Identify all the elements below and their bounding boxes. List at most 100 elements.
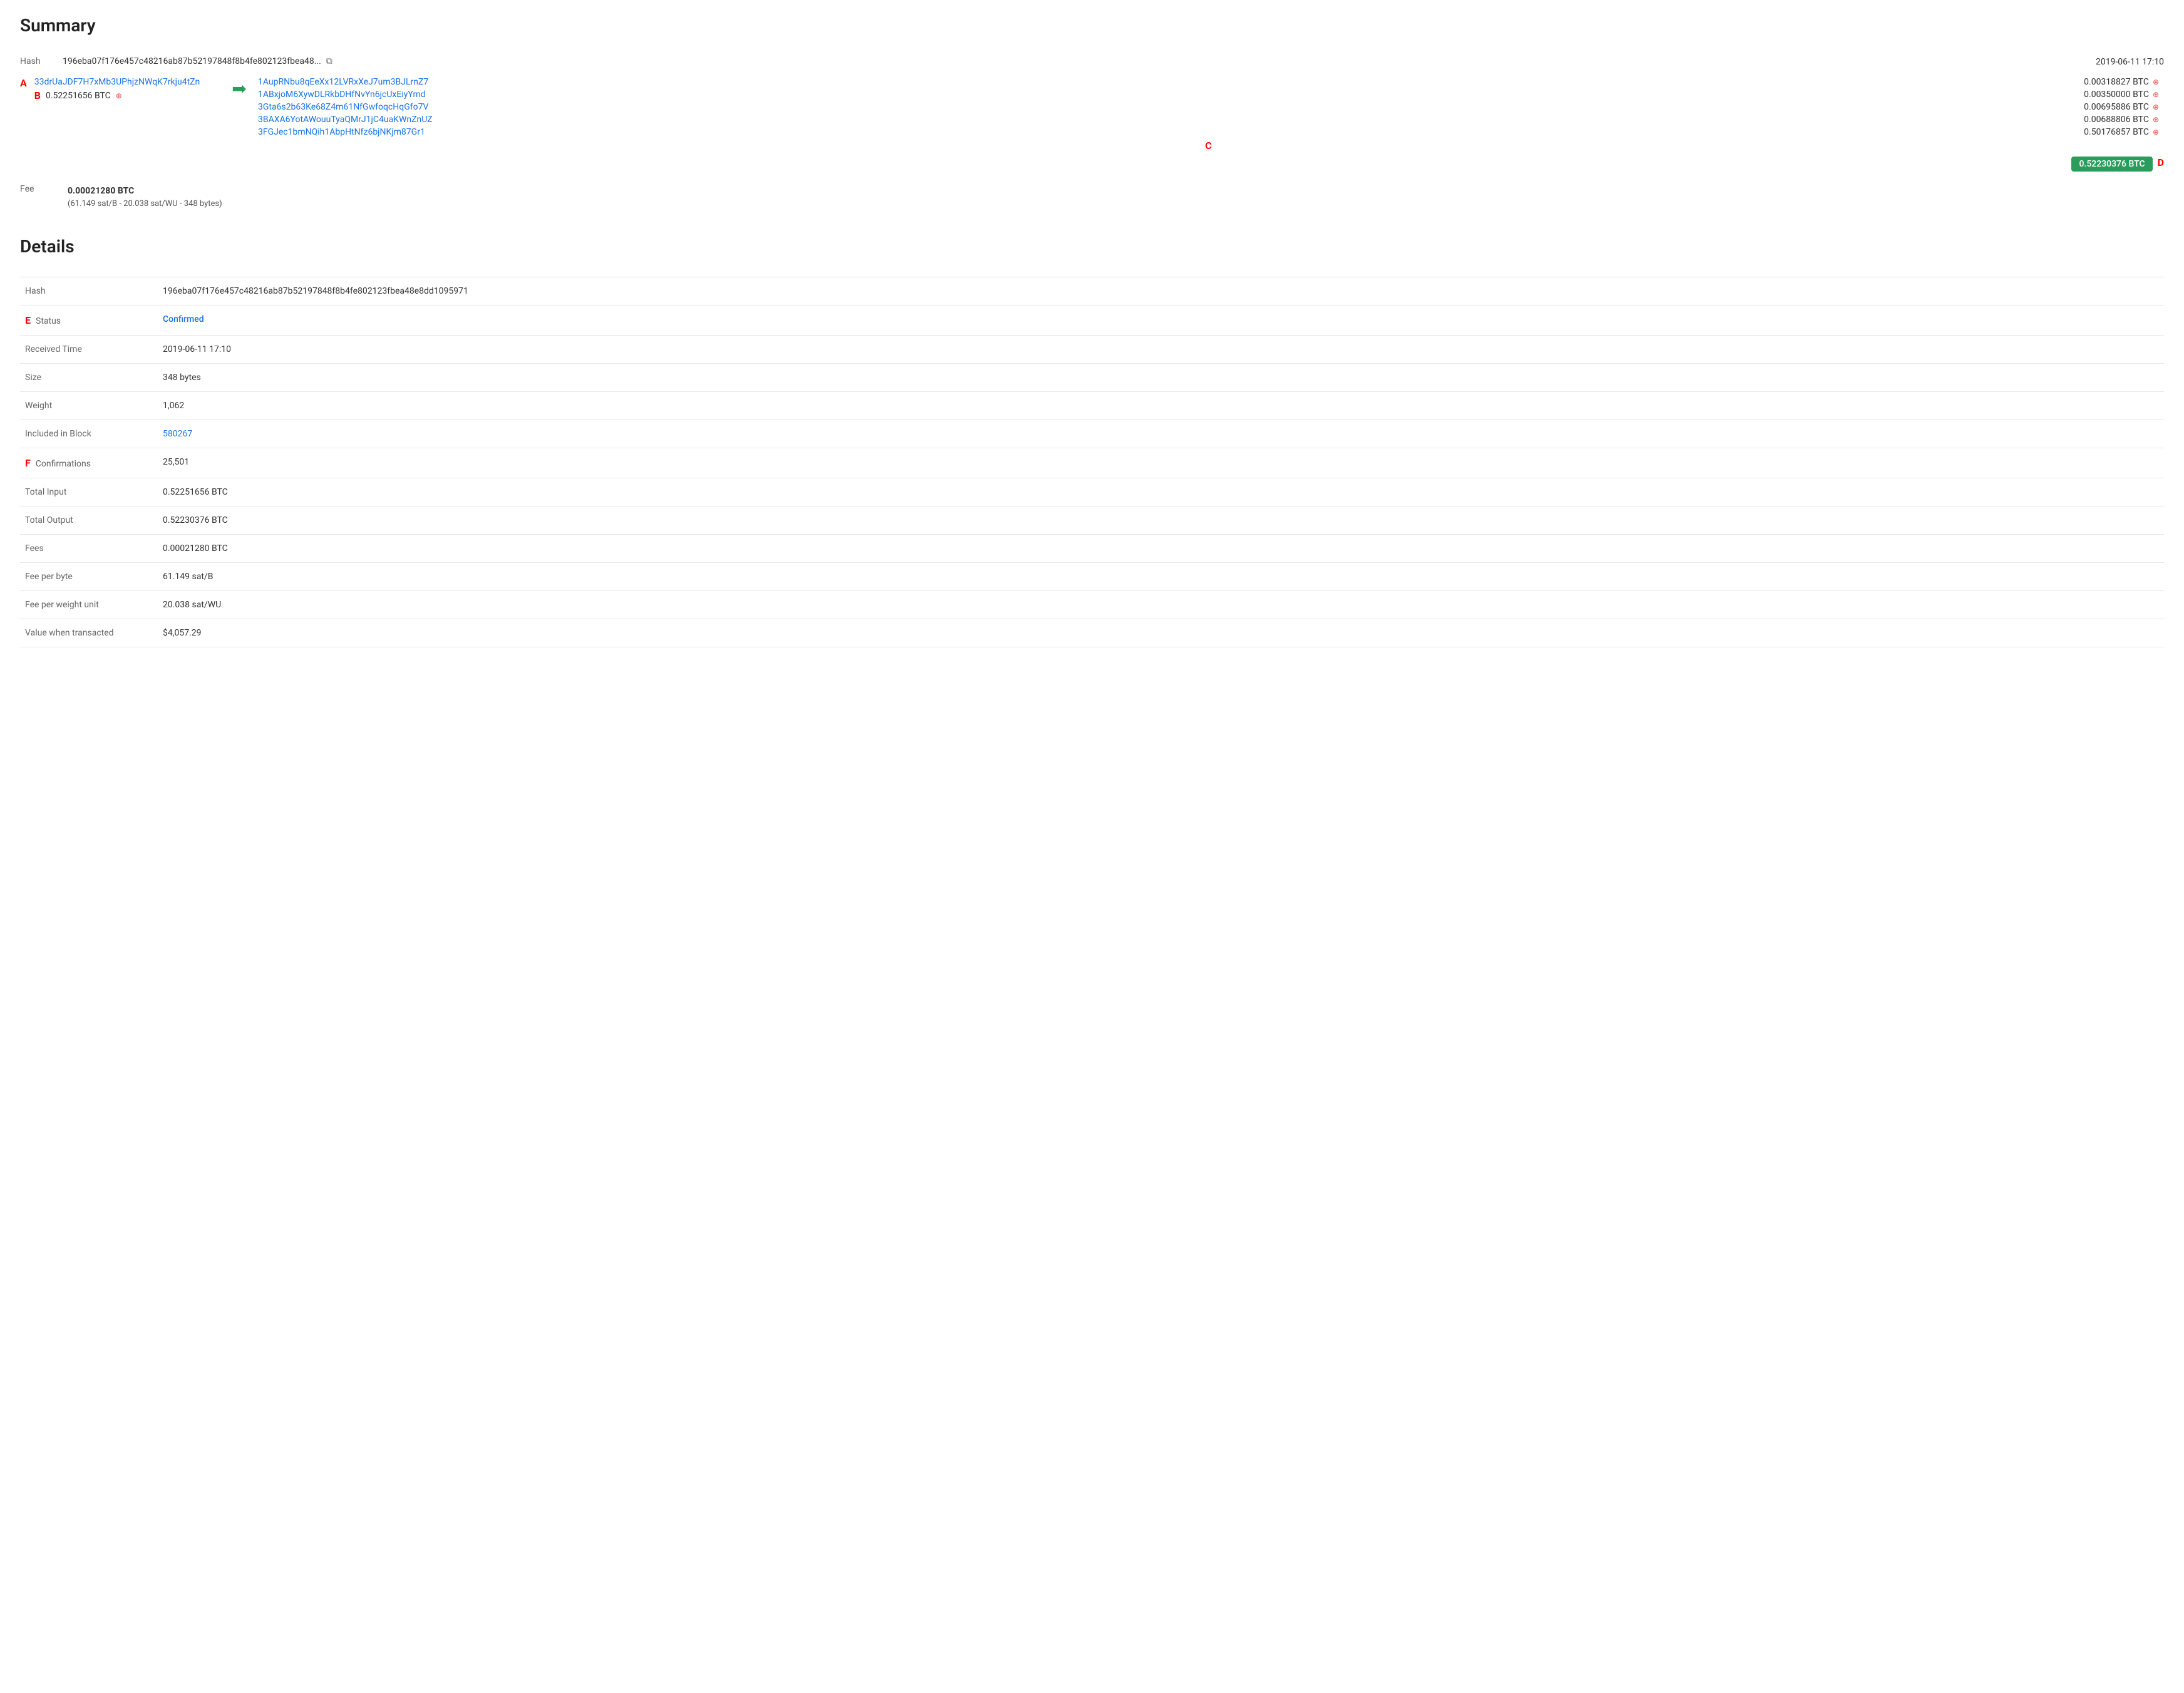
tx-inputs-section: A 33drUaJDF7H7xMb3UPhjzNWqK7rkju4tZn B 0…	[20, 77, 220, 101]
detail-value: 1,062	[163, 401, 184, 411]
annotation-f: F	[25, 457, 31, 469]
summary-title: Summary	[20, 15, 2164, 41]
hash-value-short: 196eba07f176e457c48216ab87b52197848f8b4f…	[63, 56, 321, 66]
output-globe-icon: ⊕	[2153, 90, 2159, 99]
tx-output-item: 3Gta6s2b63Ke68Z4m61NfGwfoqcHqGfo7V 0.006…	[258, 102, 2159, 112]
table-row: Total Output 0.52230376 BTC	[20, 507, 2164, 535]
detail-value: 196eba07f176e457c48216ab87b52197848f8b4f…	[163, 286, 468, 296]
fee-details-text: (61.149 sat/B - 20.038 sat/WU - 348 byte…	[68, 198, 222, 211]
output-address-link[interactable]: 1AupRNbu8qEeXx12LVRxXeJ7um3BJLrnZ7	[258, 77, 428, 87]
details-table: Hash 196eba07f176e457c48216ab87b52197848…	[20, 277, 2164, 647]
detail-value-cell: 0.52230376 BTC	[158, 507, 2164, 535]
table-row: Hash 196eba07f176e457c48216ab87b52197848…	[20, 277, 2164, 306]
output-amount-area: 0.00695886 BTC ⊕	[2084, 102, 2159, 112]
arrow-container: ➡	[220, 77, 258, 99]
output-amount: 0.00688806 BTC	[2084, 115, 2149, 125]
output-amount-area: 0.00350000 BTC ⊕	[2084, 90, 2159, 100]
output-address-link[interactable]: 3Gta6s2b63Ke68Z4m61NfGwfoqcHqGfo7V	[258, 102, 428, 112]
annotation-a: A	[20, 77, 27, 89]
table-row: Value when transacted $4,057.29	[20, 619, 2164, 647]
detail-value-cell: Confirmed	[158, 306, 2164, 336]
tx-total-badge: 0.52230376 BTC	[2071, 157, 2152, 172]
detail-value: 61.149 sat/B	[163, 572, 213, 582]
detail-label: Value when transacted	[20, 619, 158, 647]
annotation-e: E	[25, 314, 31, 326]
summary-hash-row: Hash 196eba07f176e457c48216ab87b52197848…	[20, 56, 2164, 67]
detail-value-cell: $4,057.29	[158, 619, 2164, 647]
detail-value: 0.52251656 BTC	[163, 487, 228, 497]
detail-label: Included in Block	[20, 420, 158, 448]
table-row: Fee per byte 61.149 sat/B	[20, 563, 2164, 591]
table-row: Fee per weight unit 20.038 sat/WU	[20, 591, 2164, 619]
detail-value: 25,501	[163, 457, 189, 467]
output-globe-icon: ⊕	[2153, 115, 2159, 124]
detail-value-cell: 0.52251656 BTC	[158, 478, 2164, 507]
block-link[interactable]: 580267	[163, 429, 192, 439]
output-amount: 0.50176857 BTC	[2084, 127, 2149, 137]
input-items: 33drUaJDF7H7xMb3UPhjzNWqK7rkju4tZn B 0.5…	[34, 77, 205, 101]
detail-value-cell: 580267	[158, 420, 2164, 448]
detail-value-cell: 196eba07f176e457c48216ab87b52197848f8b4f…	[158, 277, 2164, 306]
transaction-flow: A 33drUaJDF7H7xMb3UPhjzNWqK7rkju4tZn B 0…	[20, 77, 2164, 172]
detail-label: Total Input	[20, 478, 158, 507]
annotation-b: B	[34, 90, 41, 101]
input-globe-icon: ⊕	[116, 91, 122, 100]
fee-row: Fee 0.00021280 BTC (61.149 sat/B - 20.03…	[20, 184, 2164, 211]
detail-label: FConfirmations	[20, 448, 158, 478]
table-row: Total Input 0.52251656 BTC	[20, 478, 2164, 507]
table-row: Received Time 2019-06-11 17:10	[20, 336, 2164, 364]
detail-label: Total Output	[20, 507, 158, 535]
detail-value-cell: 1,062	[158, 392, 2164, 420]
output-amount: 0.00318827 BTC	[2084, 77, 2149, 87]
tx-output-item: 3FGJec1bmNQih1AbpHtNfz6bjNKjm87Gr1 0.501…	[258, 127, 2159, 137]
detail-label: Hash	[20, 277, 158, 306]
input-address-link[interactable]: 33drUaJDF7H7xMb3UPhjzNWqK7rkju4tZn	[34, 77, 200, 87]
tx-outputs-section: 1AupRNbu8qEeXx12LVRxXeJ7um3BJLrnZ7 0.003…	[258, 77, 2164, 172]
detail-value: 348 bytes	[163, 373, 201, 383]
detail-value-cell: 348 bytes	[158, 364, 2164, 392]
table-row: Size 348 bytes	[20, 364, 2164, 392]
detail-label: Fee per weight unit	[20, 591, 158, 619]
output-address-link[interactable]: 3FGJec1bmNQih1AbpHtNfz6bjNKjm87Gr1	[258, 127, 425, 137]
detail-value: 0.52230376 BTC	[163, 515, 228, 525]
tx-output-item: 3BAXA6YotAWouuTyaQMrJ1jC4uaKWnZnUZ 0.006…	[258, 115, 2159, 125]
annotation-c: C	[1205, 140, 1212, 152]
output-amount-area: 0.50176857 BTC ⊕	[2084, 127, 2159, 137]
table-row: Included in Block 580267	[20, 420, 2164, 448]
output-amount: 0.00695886 BTC	[2084, 102, 2149, 112]
output-globe-icon: ⊕	[2153, 78, 2159, 86]
annotation-d: D	[2158, 157, 2164, 172]
copy-icon[interactable]: ⧉	[326, 56, 332, 66]
detail-label: Weight	[20, 392, 158, 420]
output-address-link[interactable]: 3BAXA6YotAWouuTyaQMrJ1jC4uaKWnZnUZ	[258, 115, 433, 125]
detail-value: 20.038 sat/WU	[163, 600, 221, 610]
summary-hash-area: Hash 196eba07f176e457c48216ab87b52197848…	[20, 56, 2096, 66]
detail-value: $4,057.29	[163, 628, 202, 638]
output-address-link[interactable]: 1ABxjoM6XywDLRkbDHfNvYn6jcUxEiyYmd	[258, 90, 426, 100]
fee-label: Fee	[20, 184, 58, 194]
table-row: EStatus Confirmed	[20, 306, 2164, 336]
timestamp-area: 2019-06-11 17:10	[2096, 56, 2164, 67]
detail-label: EStatus	[20, 306, 158, 336]
status-value: Confirmed	[163, 314, 204, 324]
detail-label: Received Time	[20, 336, 158, 364]
detail-label: Fees	[20, 535, 158, 563]
input-amount-display: 0.52251656 BTC	[46, 91, 111, 101]
hash-label: Hash	[20, 56, 58, 66]
arrow-icon: ➡	[232, 78, 246, 99]
timestamp-value: 2019-06-11 17:10	[2096, 57, 2164, 67]
table-row: Fees 0.00021280 BTC	[20, 535, 2164, 563]
detail-value-cell: 25,501	[158, 448, 2164, 478]
detail-value-cell: 20.038 sat/WU	[158, 591, 2164, 619]
details-section: Details Hash 196eba07f176e457c48216ab87b…	[20, 236, 2164, 647]
outputs-with-annotation: 1AupRNbu8qEeXx12LVRxXeJ7um3BJLrnZ7 0.003…	[258, 77, 2164, 152]
fee-btc: 0.00021280 BTC	[68, 186, 134, 196]
output-amount-area: 0.00688806 BTC ⊕	[2084, 115, 2159, 125]
output-globe-icon: ⊕	[2153, 128, 2159, 136]
details-title: Details	[20, 236, 2164, 262]
detail-value-cell: 2019-06-11 17:10	[158, 336, 2164, 364]
tx-total-row: 0.52230376 BTC D	[258, 157, 2164, 172]
tx-output-item: 1ABxjoM6XywDLRkbDHfNvYn6jcUxEiyYmd 0.003…	[258, 90, 2159, 100]
detail-value-cell: 61.149 sat/B	[158, 563, 2164, 591]
detail-label: Size	[20, 364, 158, 392]
